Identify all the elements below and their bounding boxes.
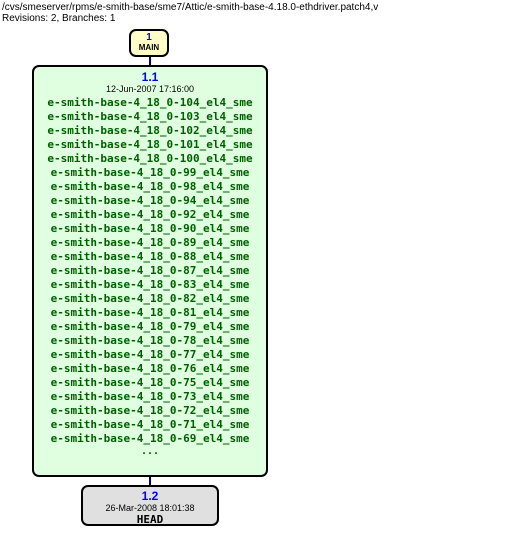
head-label: HEAD <box>83 514 217 526</box>
tag-item: e-smith-base-4_18_0-88_el4_sme <box>34 250 266 264</box>
tag-ellipsis: ... <box>34 446 266 458</box>
header-info: /cvs/smeserver/rpms/e-smith-base/sme7/At… <box>2 2 378 24</box>
tag-item: e-smith-base-4_18_0-75_el4_sme <box>34 376 266 390</box>
revisions-summary: Revisions: 2, Branches: 1 <box>2 13 378 24</box>
revision-date: 12-Jun-2007 17:16:00 <box>34 84 266 95</box>
tag-item: e-smith-base-4_18_0-82_el4_sme <box>34 292 266 306</box>
tag-item: e-smith-base-4_18_0-102_el4_sme <box>34 124 266 138</box>
tag-item: e-smith-base-4_18_0-104_el4_sme <box>34 96 266 110</box>
tag-item: e-smith-base-4_18_0-71_el4_sme <box>34 418 266 432</box>
tag-item: e-smith-base-4_18_0-69_el4_sme <box>34 432 266 446</box>
tag-item: e-smith-base-4_18_0-98_el4_sme <box>34 180 266 194</box>
revision-node-1-2[interactable]: 1.2 26-Mar-2008 18:01:38 HEAD <box>81 485 219 526</box>
tag-list: e-smith-base-4_18_0-104_el4_sme e-smith-… <box>34 96 266 458</box>
file-path: /cvs/smeserver/rpms/e-smith-base/sme7/At… <box>2 2 378 13</box>
tag-item: e-smith-base-4_18_0-87_el4_sme <box>34 264 266 278</box>
tag-item: e-smith-base-4_18_0-78_el4_sme <box>34 334 266 348</box>
tag-item: e-smith-base-4_18_0-79_el4_sme <box>34 320 266 334</box>
branch-node-main[interactable]: 1 MAIN <box>129 29 169 57</box>
branch-number: 1 <box>131 33 167 43</box>
tag-item: e-smith-base-4_18_0-99_el4_sme <box>34 166 266 180</box>
branch-label: MAIN <box>131 43 167 52</box>
tag-item: e-smith-base-4_18_0-76_el4_sme <box>34 362 266 376</box>
revision-version: 1.1 <box>34 70 266 84</box>
tag-item: e-smith-base-4_18_0-83_el4_sme <box>34 278 266 292</box>
edge-main-to-rev11 <box>149 57 151 65</box>
tag-item: e-smith-base-4_18_0-103_el4_sme <box>34 110 266 124</box>
tag-item: e-smith-base-4_18_0-81_el4_sme <box>34 306 266 320</box>
tag-item: e-smith-base-4_18_0-77_el4_sme <box>34 348 266 362</box>
tag-item: e-smith-base-4_18_0-100_el4_sme <box>34 152 266 166</box>
edge-rev11-to-rev12 <box>149 477 151 485</box>
tag-item: e-smith-base-4_18_0-89_el4_sme <box>34 236 266 250</box>
tag-item: e-smith-base-4_18_0-101_el4_sme <box>34 138 266 152</box>
tag-item: e-smith-base-4_18_0-94_el4_sme <box>34 194 266 208</box>
revision-node-1-1[interactable]: 1.1 12-Jun-2007 17:16:00 e-smith-base-4_… <box>32 65 268 477</box>
revision-version: 1.2 <box>83 490 217 503</box>
tag-item: e-smith-base-4_18_0-72_el4_sme <box>34 404 266 418</box>
tag-item: e-smith-base-4_18_0-90_el4_sme <box>34 222 266 236</box>
tag-item: e-smith-base-4_18_0-92_el4_sme <box>34 208 266 222</box>
tag-item: e-smith-base-4_18_0-73_el4_sme <box>34 390 266 404</box>
